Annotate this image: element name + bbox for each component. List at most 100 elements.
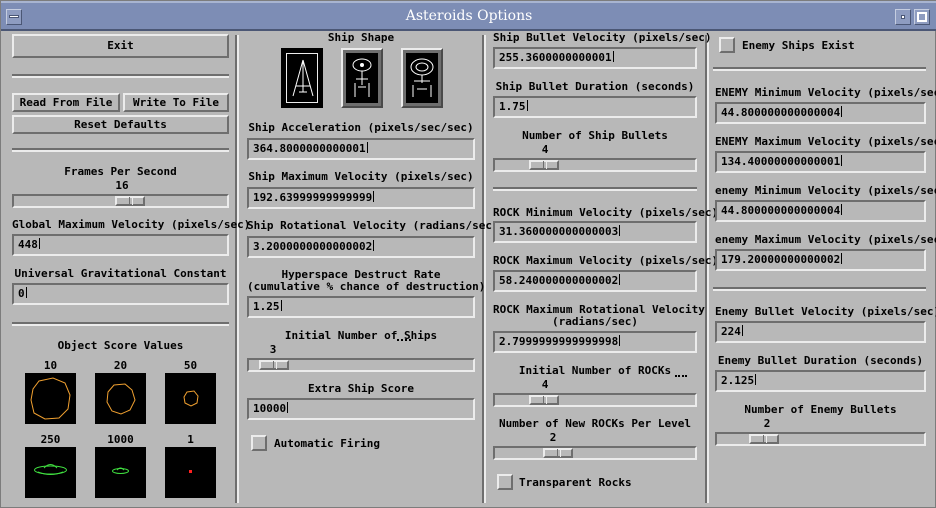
enemy-bullet-velocity-field[interactable]: 224 [715, 321, 926, 343]
initial-ships-slider-thumb[interactable] [259, 360, 289, 370]
score-large-rock: 10 [43, 359, 58, 372]
fps-slider-thumb[interactable] [115, 196, 145, 206]
transparent-rocks-label: Transparent Rocks [519, 476, 632, 489]
title-bar[interactable]: Asteroids Options [1, 1, 936, 31]
options-window: Asteroids Options Exit Read From File Wr… [0, 0, 936, 508]
small-enemy-min-velocity-value: 44.800000000000004 [721, 204, 841, 217]
small-enemy-min-velocity-field[interactable]: 44.800000000000004 [715, 200, 926, 222]
rock-max-velocity-value: 58.240000000000002 [499, 274, 619, 287]
ship-rotational-velocity-label: Ship Rotational Velocity (radians/sec) [247, 219, 499, 232]
classic-ship-icon [292, 59, 314, 97]
new-rocks-per-level-slider-thumb[interactable] [543, 448, 573, 458]
automatic-firing-label: Automatic Firing [274, 437, 380, 450]
score-bullet: 1 [187, 433, 194, 446]
hyperspace-destruct-value: 1.25 [253, 300, 280, 313]
ship-bullet-velocity-value: 255.3600000000001 [499, 51, 612, 64]
enemy-max-velocity-label: ENEMY Maximum Velocity (pixels/sec) [715, 135, 936, 148]
transparent-rocks-checkbox[interactable] [497, 474, 513, 490]
rock-min-velocity-field[interactable]: 31.360000000000003 [493, 221, 697, 243]
rock-rotational-velocity-value: 2.7999999999999998 [499, 335, 619, 348]
enemy-bullets-slider[interactable] [715, 432, 926, 446]
global-max-velocity-label: Global Maximum Velocity (pixels/sec) [12, 218, 251, 231]
window-title: Asteroids Options [405, 8, 533, 24]
enterprise-d-ship-icon [410, 58, 434, 97]
enemy-max-velocity-field[interactable]: 134.40000000000001 [715, 151, 926, 173]
column-divider [235, 35, 239, 503]
initial-rocks-label: Initial Number of ROCKs [518, 364, 672, 377]
automatic-firing-checkbox[interactable] [251, 435, 267, 451]
score-values-label: Object Score Values [57, 339, 184, 352]
score-medium-rock: 20 [113, 359, 128, 372]
ship-max-velocity-value: 192.63999999999999 [253, 191, 373, 204]
hyperspace-destruct-field[interactable]: 1.25 [247, 296, 475, 318]
extra-ship-score-label: Extra Ship Score [308, 382, 414, 395]
new-rocks-per-level-slider[interactable] [493, 446, 697, 460]
initial-rocks-slider-thumb[interactable] [529, 395, 559, 405]
rock-max-velocity-field[interactable]: 58.240000000000002 [493, 270, 697, 292]
ship-rotational-velocity-field[interactable]: 3.2000000000000002 [247, 236, 475, 258]
bullet-image [165, 447, 216, 498]
ship-bullets-slider-thumb[interactable] [529, 160, 559, 170]
separator [493, 187, 697, 191]
enemy-bullet-velocity-value: 224 [721, 325, 741, 338]
ship-acceleration-label: Ship Acceleration (pixels/sec/sec) [248, 121, 474, 134]
enemy-bullet-duration-field[interactable]: 2.125 [715, 370, 926, 392]
small-saucer-image [95, 447, 146, 498]
new-rocks-per-level-label: Number of New ROCKs Per Level [498, 417, 692, 430]
ship-acceleration-field[interactable]: 364.8000000000001 [247, 138, 475, 160]
fps-value: 16 [115, 179, 129, 192]
gravitational-constant-label: Universal Gravitational Constant [14, 267, 227, 280]
ship-bullet-duration-value: 1.75 [499, 100, 526, 113]
ship-acceleration-value: 364.8000000000001 [253, 142, 366, 155]
small-enemy-max-velocity-value: 179.20000000000002 [721, 253, 841, 266]
ship-bullet-velocity-field[interactable]: 255.3600000000001 [493, 47, 697, 69]
new-rocks-per-level-value: 2 [549, 431, 557, 444]
enemy-bullets-slider-thumb[interactable] [749, 434, 779, 444]
enemy-bullet-duration-label: Enemy Bullet Duration (seconds) [717, 354, 924, 367]
initial-ships-slider[interactable] [247, 358, 475, 372]
ship-bullet-velocity-label: Ship Bullet Velocity (pixels/sec) [493, 31, 712, 44]
separator [12, 148, 229, 152]
global-max-velocity-value: 448 [18, 238, 38, 251]
ship-bullets-value: 4 [541, 143, 549, 156]
small-rock-image [165, 373, 216, 424]
global-max-velocity-field[interactable]: 448 [12, 234, 229, 256]
separator [713, 287, 926, 291]
minimize-button[interactable] [895, 9, 911, 25]
ship-bullets-slider[interactable] [493, 158, 697, 172]
enemy-max-velocity-value: 134.40000000000001 [721, 155, 841, 168]
rock-rotational-velocity-field[interactable]: 2.7999999999999998 [493, 331, 697, 353]
extra-ship-score-field[interactable]: 10000 [247, 398, 475, 420]
initial-rocks-slider[interactable] [493, 393, 697, 407]
ship-max-velocity-label: Ship Maximum Velocity (pixels/sec) [248, 170, 474, 183]
ship-bullet-duration-label: Ship Bullet Duration (seconds) [495, 80, 695, 93]
initial-ships-label: Initial Number of Ships [284, 329, 438, 342]
large-rock-image [25, 373, 76, 424]
enemy-ships-exist-checkbox[interactable] [719, 37, 735, 53]
initial-rocks-value: 4 [541, 378, 549, 391]
enemy-bullet-velocity-label: Enemy Bullet Velocity (pixels/sec) [715, 305, 936, 318]
reset-defaults-button[interactable]: Reset Defaults [12, 115, 229, 134]
ship-bullets-label: Number of Ship Bullets [522, 129, 668, 142]
rock-min-velocity-label: ROCK Minimum Velocity (pixels/sec) [493, 206, 719, 219]
ship-shape-enterprise-button[interactable] [341, 48, 383, 108]
exit-button[interactable]: Exit [12, 34, 229, 58]
enemy-min-velocity-value: 44.800000000000004 [721, 106, 841, 119]
small-enemy-max-velocity-field[interactable]: 179.20000000000002 [715, 249, 926, 271]
maximize-button[interactable] [914, 9, 930, 25]
gravitational-constant-field[interactable]: 0 [12, 283, 229, 305]
enemy-min-velocity-field[interactable]: 44.800000000000004 [715, 102, 926, 124]
ship-shape-enterprise-d-button[interactable] [401, 48, 443, 108]
rock-min-velocity-value: 31.360000000000003 [499, 225, 619, 238]
separator [713, 67, 926, 71]
write-to-file-button[interactable]: Write To File [123, 93, 229, 112]
ship-shape-classic-button[interactable] [281, 48, 323, 108]
ship-max-velocity-field[interactable]: 192.63999999999999 [247, 187, 475, 209]
read-from-file-button[interactable]: Read From File [12, 93, 120, 112]
small-enemy-min-velocity-label: enemy Minimum Velocity (pixels/sec) [715, 184, 936, 197]
large-saucer-image [25, 447, 76, 498]
separator [12, 322, 229, 326]
fps-slider[interactable] [12, 194, 229, 208]
enemy-bullets-label: Number of Enemy Bullets [744, 403, 897, 416]
ship-bullet-duration-field[interactable]: 1.75 [493, 96, 697, 118]
